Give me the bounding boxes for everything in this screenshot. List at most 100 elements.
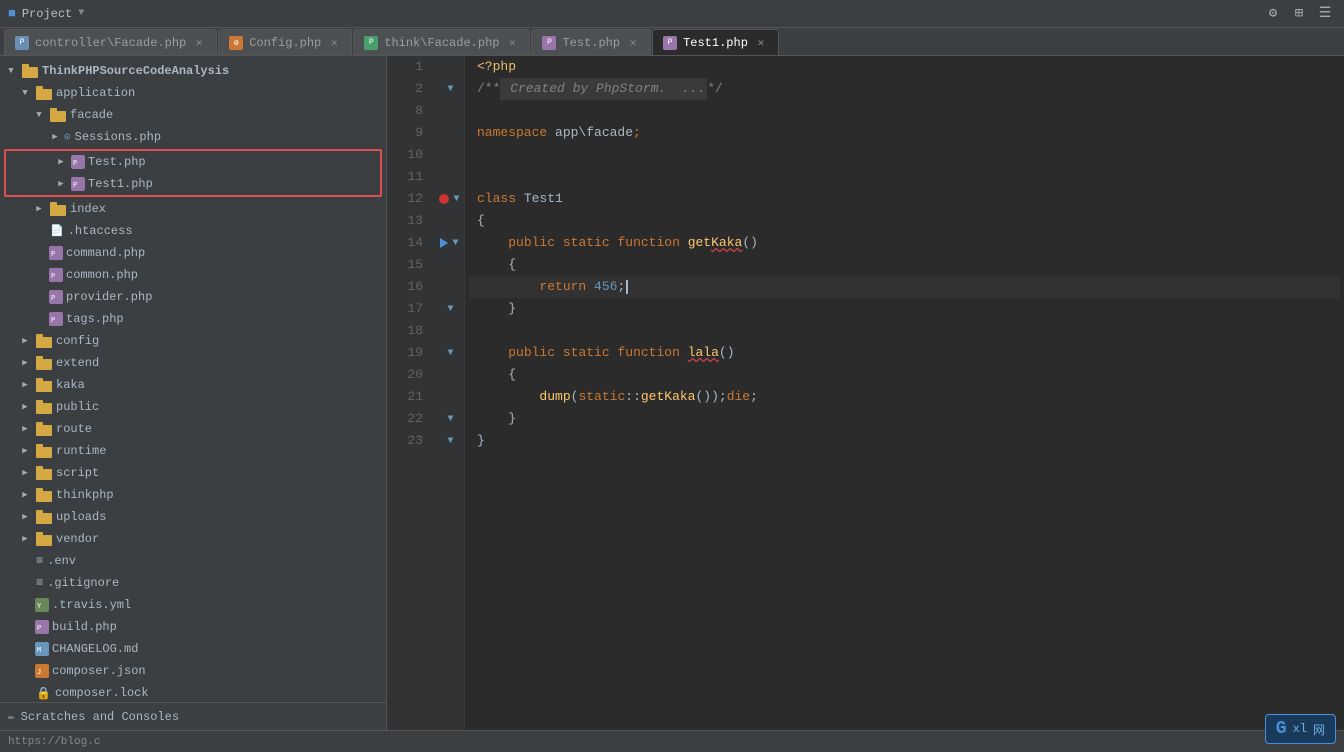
sidebar-item-route[interactable]: ▶ route <box>0 418 386 440</box>
script-label: script <box>56 466 99 480</box>
sidebar-item-uploads[interactable]: ▶ uploads <box>0 506 386 528</box>
sidebar-item-facade[interactable]: ▼ facade <box>0 104 386 126</box>
thinkphp-folder-icon <box>36 488 52 502</box>
fold-2[interactable]: ▼ <box>445 83 457 95</box>
tab-close-test1[interactable]: ✕ <box>754 36 768 50</box>
gutter-16 <box>437 276 464 298</box>
sp-14c <box>680 232 688 254</box>
sidebar-item-common[interactable]: P common.php <box>0 264 386 286</box>
sidebar-item-command[interactable]: P command.php <box>0 242 386 264</box>
sidebar-item-public[interactable]: ▶ public <box>0 396 386 418</box>
namespace-kw: namespace <box>477 122 547 144</box>
env-icon: ≡ <box>36 554 43 568</box>
tab-test1[interactable]: P Test1.php ✕ <box>652 29 779 55</box>
tab-think-facade[interactable]: P think\Facade.php ✕ <box>353 29 530 55</box>
fold-19[interactable]: ▼ <box>445 347 457 359</box>
sidebar-item-changelog[interactable]: M CHANGELOG.md <box>0 638 386 660</box>
code-line-1: <?php <box>469 56 1340 78</box>
sidebar-item-build[interactable]: P build.php <box>0 616 386 638</box>
scratches-bar[interactable]: ✏ Scratches and Consoles <box>0 702 386 730</box>
ln-19: 19 <box>387 342 429 364</box>
sidebar-item-env[interactable]: ≡ .env <box>0 550 386 572</box>
sidebar-tree[interactable]: ▼ ThinkPHPSourceCodeAnalysis ▼ applicati… <box>0 56 386 702</box>
code-area[interactable]: 1 2 8 9 10 11 12 13 14 15 16 17 18 19 20… <box>387 56 1344 730</box>
highlighted-group: ▶ P Test.php ▶ P Test1.php <box>4 149 382 197</box>
breakpoint-12[interactable] <box>439 194 449 204</box>
fold-12[interactable]: ▼ <box>451 193 463 205</box>
tab-close-controller[interactable]: ✕ <box>192 36 206 50</box>
svg-text:P: P <box>37 625 41 633</box>
composer-lock-icon: 🔒 <box>36 686 51 701</box>
tags-label: tags.php <box>66 312 124 326</box>
settings-icon[interactable]: ⚙ <box>1262 3 1284 25</box>
tab-icon-config: ⚙ <box>229 36 243 50</box>
sidebar-item-gitignore[interactable]: ≡ .gitignore <box>0 572 386 594</box>
sidebar-item-thinkphp[interactable]: ▶ thinkphp <box>0 484 386 506</box>
application-arrow: ▼ <box>18 86 32 100</box>
sidebar-item-kaka[interactable]: ▶ kaka <box>0 374 386 396</box>
gutter-10 <box>437 144 464 166</box>
comment-end-2: */ <box>707 78 723 100</box>
double-colon-21: :: <box>625 386 641 408</box>
cursor-16 <box>626 280 628 294</box>
sp-19c <box>680 342 688 364</box>
kaka-arrow: ▶ <box>18 378 32 392</box>
index-folder-icon <box>50 202 66 216</box>
ln-9: 9 <box>387 122 429 144</box>
fold-14[interactable]: ▼ <box>450 237 462 249</box>
code-content[interactable]: <?php /** Created by PhpStorm. ... */ na… <box>465 56 1344 730</box>
indent-22 <box>477 408 508 430</box>
sidebar-item-config[interactable]: ▶ config <box>0 330 386 352</box>
tab-test[interactable]: P Test.php ✕ <box>531 29 651 55</box>
semicolon-16: ; <box>617 276 625 298</box>
indent-20 <box>477 364 508 386</box>
sidebar-item-root[interactable]: ▼ ThinkPHPSourceCodeAnalysis <box>0 60 386 82</box>
tab-close-config[interactable]: ✕ <box>327 36 341 50</box>
getkaka-fn: get <box>688 232 711 254</box>
dropdown-icon[interactable]: ▼ <box>78 8 84 19</box>
tab-close-think[interactable]: ✕ <box>505 36 519 50</box>
sidebar-item-travis[interactable]: Y .travis.yml <box>0 594 386 616</box>
sessions-arrow: ▶ <box>48 130 62 144</box>
menu-icon[interactable]: ☰ <box>1314 3 1336 25</box>
tab-icon-test1: P <box>663 36 677 50</box>
fold-22[interactable]: ▼ <box>445 413 457 425</box>
gutter-18 <box>437 320 464 342</box>
sidebar-item-index[interactable]: ▶ index <box>0 198 386 220</box>
code-line-22: } <box>469 408 1340 430</box>
sidebar-item-test1-php[interactable]: ▶ P Test1.php <box>6 173 380 195</box>
fold-17[interactable]: ▼ <box>445 303 457 315</box>
tab-controller-facade[interactable]: P controller\Facade.php ✕ <box>4 29 217 55</box>
facade-label: facade <box>70 108 113 122</box>
tab-close-test[interactable]: ✕ <box>626 36 640 50</box>
ln-15: 15 <box>387 254 429 276</box>
sidebar-item-application[interactable]: ▼ application <box>0 82 386 104</box>
sidebar-item-vendor[interactable]: ▶ vendor <box>0 528 386 550</box>
travis-label: .travis.yml <box>52 598 131 612</box>
sidebar-item-composer-lock[interactable]: 🔒 composer.lock <box>0 682 386 702</box>
sidebar-item-extend[interactable]: ▶ extend <box>0 352 386 374</box>
sidebar-item-provider[interactable]: P provider.php <box>0 286 386 308</box>
sidebar-item-sessions[interactable]: ▶ ⊙ Sessions.php <box>0 126 386 148</box>
facade-folder-icon <box>50 108 66 122</box>
tab-bar: P controller\Facade.php ✕ ⚙ Config.php ✕… <box>0 28 1344 56</box>
svg-text:P: P <box>51 251 55 259</box>
sidebar-item-tags[interactable]: P tags.php <box>0 308 386 330</box>
fold-23[interactable]: ▼ <box>445 435 457 447</box>
thinkphp-arrow: ▶ <box>18 488 32 502</box>
sidebar-item-htaccess[interactable]: 📄 .htaccess <box>0 220 386 242</box>
code-line-19: public static function lala () <box>469 342 1340 364</box>
code-line-14: public static function getKaka () <box>469 232 1340 254</box>
sidebar-item-composer-json[interactable]: J composer.json <box>0 660 386 682</box>
sidebar-item-runtime[interactable]: ▶ runtime <box>0 440 386 462</box>
ln-10: 10 <box>387 144 429 166</box>
application-folder-icon <box>36 86 52 100</box>
sidebar-item-test-php[interactable]: ▶ P Test.php <box>6 151 380 173</box>
die-kw-21: die <box>727 386 750 408</box>
layout-icon[interactable]: ⊞ <box>1288 3 1310 25</box>
build-php-icon: P <box>35 620 49 634</box>
tab-config[interactable]: ⚙ Config.php ✕ <box>218 29 352 55</box>
code-line-21: dump ( static :: getKaka ()) ; die ; <box>469 386 1340 408</box>
sidebar: ▼ ThinkPHPSourceCodeAnalysis ▼ applicati… <box>0 56 387 730</box>
sidebar-item-script[interactable]: ▶ script <box>0 462 386 484</box>
